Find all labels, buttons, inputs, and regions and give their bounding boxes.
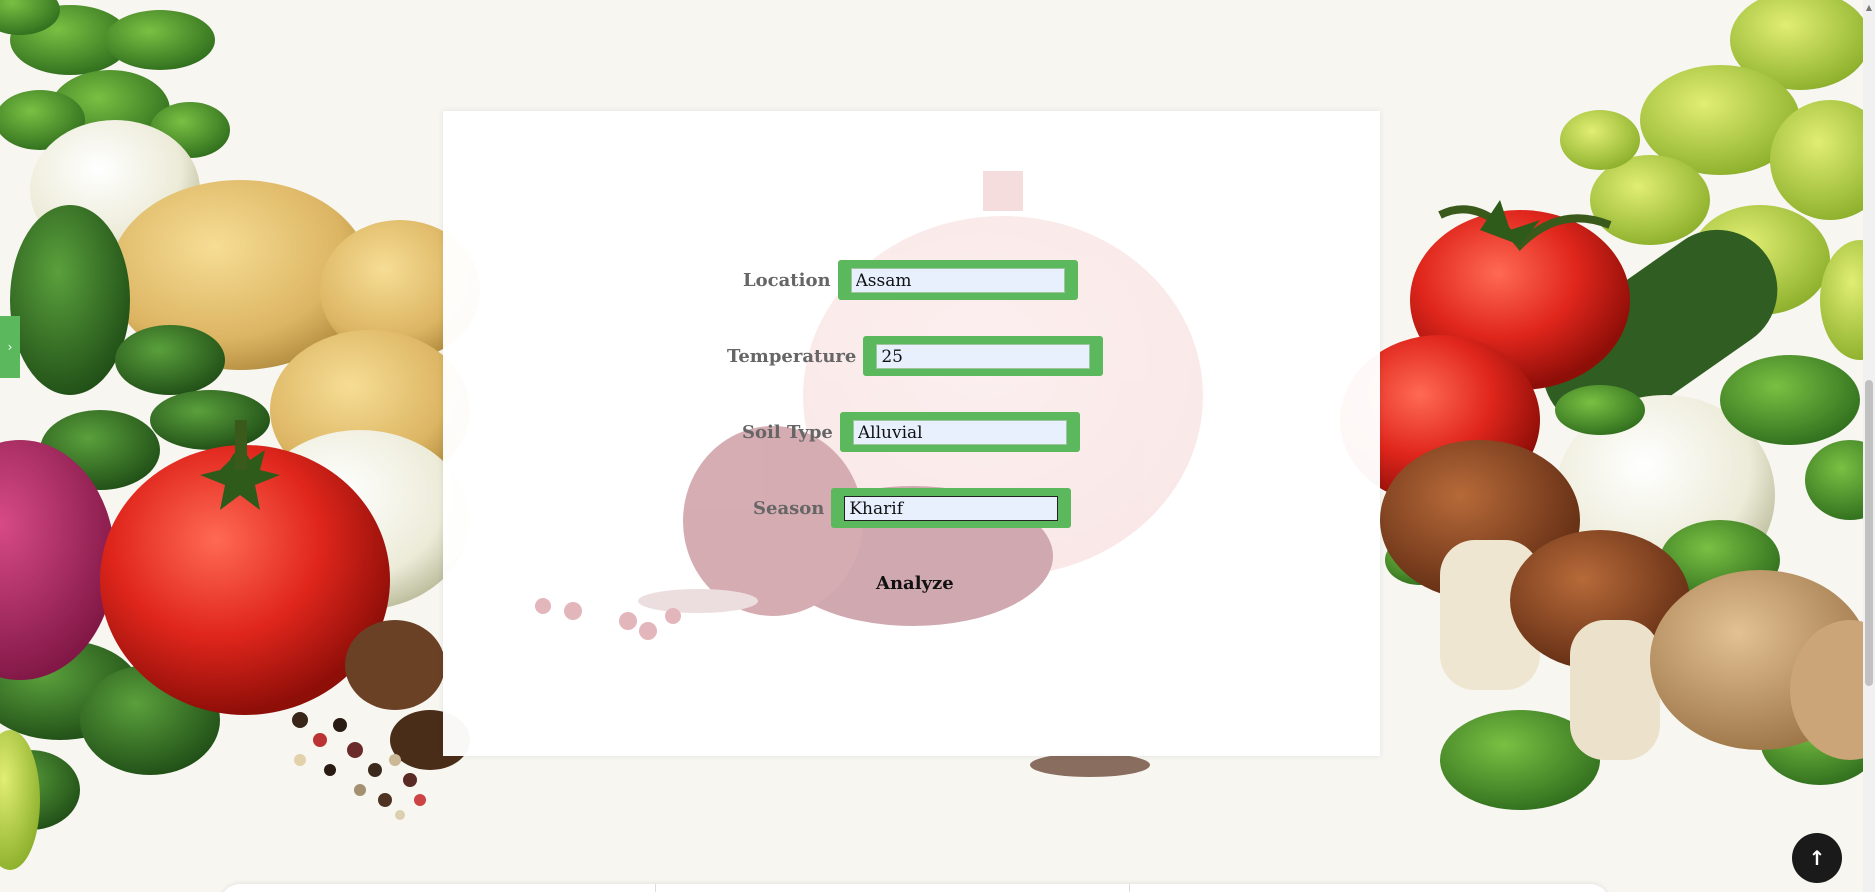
location-row: Location (743, 260, 1078, 300)
season-label: Season (753, 497, 825, 519)
soil-type-field-frame (839, 412, 1080, 452)
back-to-top-button[interactable]: ↑ (1792, 833, 1842, 883)
temperature-row: Temperature (727, 336, 1104, 376)
side-tab-toggle[interactable]: › (0, 316, 20, 378)
scrollbar-thumb[interactable] (1865, 380, 1873, 686)
soil-type-input[interactable] (852, 420, 1067, 445)
analyze-button[interactable]: Analyze (876, 573, 954, 594)
soil-type-label: Soil Type (742, 421, 833, 443)
season-row: Season (753, 488, 1072, 528)
soil-type-row: Soil Type (742, 412, 1080, 452)
crop-analysis-card: Location Temperature Soil Type Season An… (443, 111, 1380, 756)
vertical-scrollbar[interactable]: ▲ (1863, 0, 1875, 892)
page: › Location Assam Temperature 25 Soil Typ… (0, 0, 1875, 892)
bottom-card-divider (1129, 884, 1130, 892)
chevron-right-icon: › (7, 340, 13, 354)
bottom-cards-strip (220, 884, 1610, 892)
bottom-card-divider (655, 884, 656, 892)
season-field-frame (831, 488, 1072, 528)
temperature-field-frame (863, 336, 1104, 376)
location-field-frame (837, 260, 1078, 300)
location-label: Location (743, 269, 831, 291)
temperature-label: Temperature (727, 345, 857, 367)
temperature-input[interactable] (876, 344, 1091, 369)
scroll-up-arrow-icon[interactable]: ▲ (1863, 0, 1875, 14)
location-input[interactable] (850, 268, 1065, 293)
season-input[interactable] (844, 496, 1059, 521)
arrow-up-icon: ↑ (1808, 846, 1826, 870)
